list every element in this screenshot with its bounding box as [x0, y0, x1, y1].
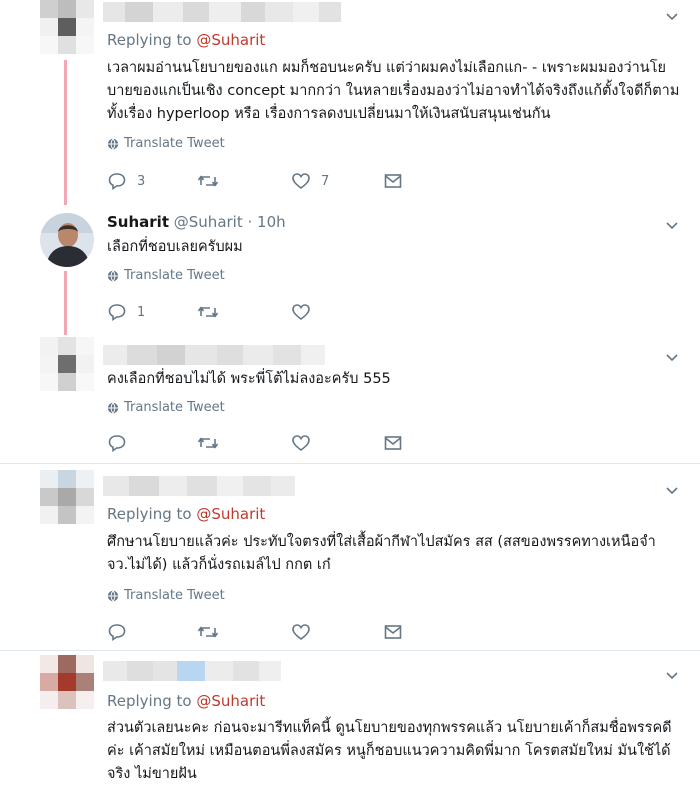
replying-to: Replying to @Suharit	[107, 31, 265, 49]
thread-line	[64, 271, 67, 335]
profile-photo	[40, 213, 94, 267]
tweet-text: คงเลือกที่ชอบไม่ได้ พระพี่โต้ไม่ลงอะครับ…	[107, 371, 391, 387]
tweet-actions: 1	[107, 301, 407, 323]
mention-link[interactable]: @Suharit	[196, 505, 265, 523]
mention-link[interactable]: @Suharit	[196, 692, 265, 710]
retweet-icon	[197, 437, 219, 449]
tweet-actions: 3 7	[107, 170, 407, 192]
reply-count: 3	[137, 173, 146, 189]
retweet-button[interactable]	[197, 170, 229, 192]
chevron-down-icon[interactable]	[664, 8, 680, 24]
envelope-icon	[384, 625, 402, 639]
replying-to: Replying to @Suharit	[107, 692, 265, 710]
heart-icon	[292, 173, 310, 190]
author-row[interactable]: Suharit @Suharit · 10h	[107, 213, 286, 231]
heart-icon	[292, 304, 310, 321]
replying-label: Replying to	[107, 505, 192, 523]
avatar[interactable]	[40, 337, 94, 391]
reply-count: 1	[137, 304, 146, 320]
tweet-text: เวลาผมอ่านนโยบายของแก ผมก็ชอบนะครับ แต่ว…	[107, 60, 680, 122]
retweet-icon	[197, 626, 219, 638]
chevron-down-icon[interactable]	[664, 667, 680, 683]
tweet-2[interactable]: Suharit @Suharit · 10h เลือกที่ชอบเลยครั…	[0, 205, 700, 335]
tweet-actions	[107, 432, 407, 454]
author-name-blurred[interactable]	[103, 476, 295, 496]
heart-icon	[292, 624, 310, 641]
retweet-button[interactable]	[197, 301, 229, 323]
direct-message-button[interactable]	[383, 621, 403, 643]
heart-icon	[292, 435, 310, 452]
translate-tweet-link[interactable]: Translate Tweet	[107, 588, 225, 603]
author-name-blurred[interactable]	[103, 2, 341, 22]
reply-button[interactable]: 1	[107, 301, 145, 323]
tweet-text: เลือกที่ชอบเลยครับผม	[107, 239, 243, 255]
thread-line	[64, 60, 67, 205]
chevron-down-icon[interactable]	[664, 349, 680, 365]
envelope-icon	[384, 436, 402, 450]
chevron-down-icon[interactable]	[664, 217, 680, 233]
replying-label: Replying to	[107, 692, 192, 710]
globe-icon	[107, 402, 119, 413]
like-button[interactable]: 7	[291, 170, 329, 192]
retweet-icon	[197, 306, 219, 318]
tweet-4[interactable]: Replying to @Suharit ศึกษานโยบายแล้วค่ะ …	[0, 464, 700, 650]
tweet-5[interactable]: Replying to @Suharit ส่วนตัวเลยนะคะ ก่อน…	[0, 651, 700, 795]
author-handle-time[interactable]: @Suharit · 10h	[174, 213, 286, 231]
reply-icon	[108, 624, 126, 642]
globe-icon	[107, 590, 119, 601]
direct-message-button[interactable]	[383, 432, 403, 454]
author-name-blurred[interactable]	[103, 661, 281, 681]
translate-label: Translate Tweet	[124, 588, 225, 603]
translate-tweet-link[interactable]: Translate Tweet	[107, 400, 225, 415]
replying-to: Replying to @Suharit	[107, 505, 265, 523]
translate-tweet-link[interactable]: Translate Tweet	[107, 136, 225, 151]
translate-tweet-link[interactable]: Translate Tweet	[107, 268, 225, 283]
like-button[interactable]	[291, 621, 321, 643]
reply-button[interactable]	[107, 621, 137, 643]
tweet-text: ส่วนตัวเลยนะคะ ก่อนจะมารีทแท็คนี้ ดูนโยบ…	[107, 720, 672, 782]
retweet-icon	[197, 175, 219, 187]
like-button[interactable]	[291, 432, 321, 454]
translate-label: Translate Tweet	[124, 400, 225, 415]
reply-button[interactable]: 3	[107, 170, 145, 192]
mention-link[interactable]: @Suharit	[196, 31, 265, 49]
chevron-down-icon[interactable]	[664, 482, 680, 498]
like-count: 7	[321, 173, 330, 189]
avatar[interactable]	[40, 213, 94, 267]
direct-message-button[interactable]	[383, 170, 403, 192]
globe-icon	[107, 270, 119, 281]
envelope-icon	[384, 174, 402, 188]
translate-label: Translate Tweet	[124, 136, 225, 151]
reply-icon	[108, 435, 126, 453]
tweet-actions	[107, 621, 407, 643]
avatar[interactable]	[40, 470, 94, 524]
avatar[interactable]	[40, 655, 94, 709]
retweet-button[interactable]	[197, 621, 229, 643]
retweet-button[interactable]	[197, 432, 229, 454]
tweet-1[interactable]: Replying to @Suharit เวลาผมอ่านนโยบายของ…	[0, 0, 700, 205]
tweet-text: ศึกษานโยบายแล้วค่ะ ประทับใจตรงที่ใส่เสื้…	[107, 534, 656, 573]
translate-label: Translate Tweet	[124, 268, 225, 283]
avatar[interactable]	[40, 0, 94, 54]
reply-button[interactable]	[107, 432, 137, 454]
like-button[interactable]	[291, 301, 321, 323]
reply-icon	[108, 173, 126, 191]
globe-icon	[107, 138, 119, 149]
replying-label: Replying to	[107, 31, 192, 49]
author-name[interactable]: Suharit	[107, 213, 169, 231]
author-name-blurred[interactable]	[103, 345, 325, 365]
reply-icon	[108, 304, 126, 322]
tweet-3[interactable]: คงเลือกที่ชอบไม่ได้ พระพี่โต้ไม่ลงอะครับ…	[0, 335, 700, 463]
